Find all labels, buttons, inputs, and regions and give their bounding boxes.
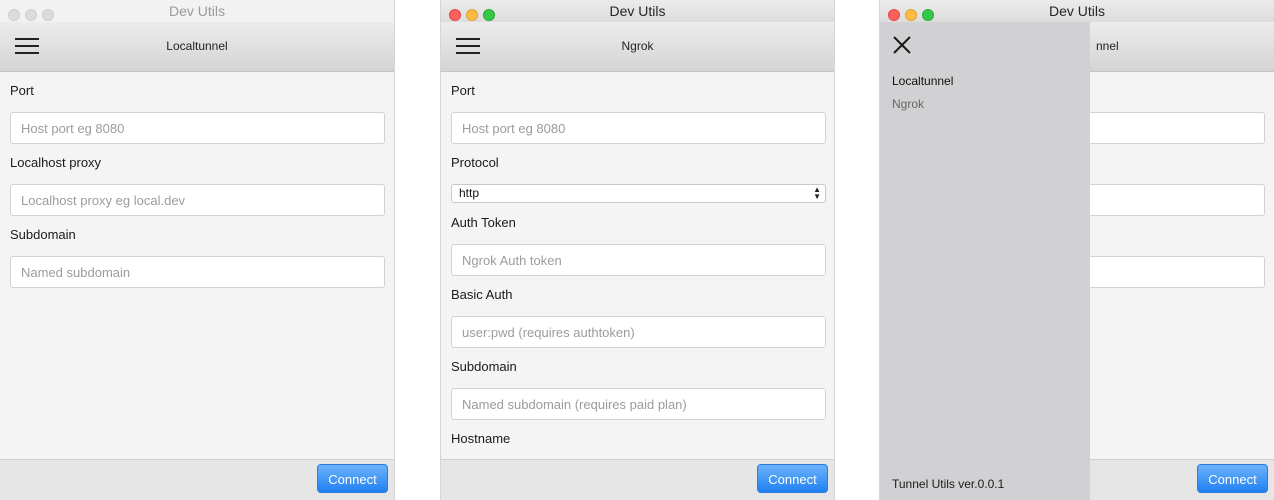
close-window-icon[interactable] (888, 9, 900, 21)
protocol-select[interactable]: http ▲ ▼ (451, 184, 826, 203)
window-titlebar[interactable]: Dev Utils (441, 0, 834, 22)
footer-bar: Connect (0, 459, 394, 500)
page-title-partial: nnel (1096, 39, 1119, 53)
window-ngrok: Dev Utils Ngrok Port Protocol http ▲▼ Au… (440, 0, 835, 500)
navigation-drawer: Localtunnel Ngrok Tunnel Utils ver.0.0.1 (880, 22, 1090, 500)
zoom-window-icon[interactable] (42, 9, 54, 21)
drawer-item-localtunnel[interactable]: Localtunnel (892, 74, 953, 88)
window-title: Dev Utils (609, 3, 666, 19)
traffic-lights (8, 5, 59, 21)
window-titlebar[interactable]: Dev Utils (0, 0, 394, 22)
minimize-window-icon[interactable] (905, 9, 917, 21)
port-input[interactable] (10, 112, 385, 144)
window-titlebar[interactable]: Dev Utils (880, 0, 1274, 22)
traffic-lights (449, 5, 500, 21)
basic-auth-label: Basic Auth (451, 287, 513, 302)
basic-auth-input[interactable] (451, 316, 826, 348)
traffic-lights (888, 5, 939, 21)
app-header: Ngrok (441, 22, 834, 72)
window-drawer-open: Dev Utils nnel Connect Localtunnel Ngrok… (879, 0, 1274, 500)
zoom-window-icon[interactable] (483, 9, 495, 21)
localhost-proxy-input[interactable] (10, 184, 385, 216)
connect-button[interactable]: Connect (1197, 464, 1268, 493)
close-window-icon[interactable] (8, 9, 20, 21)
auth-token-label: Auth Token (451, 215, 516, 230)
localhost-proxy-label: Localhost proxy (10, 155, 102, 170)
connect-button[interactable]: Connect (317, 464, 388, 493)
auth-token-input[interactable] (451, 244, 826, 276)
protocol-selected-value: http (459, 186, 480, 200)
hostname-label: Hostname (451, 431, 511, 446)
subdomain-label: Subdomain (451, 359, 517, 374)
app-header: Localtunnel (0, 22, 394, 72)
minimize-window-icon[interactable] (25, 9, 37, 21)
port-input[interactable] (451, 112, 826, 144)
stage: Dev Utils Localtunnel Port Localhost pro… (0, 0, 1274, 500)
protocol-label: Protocol (451, 155, 499, 170)
minimize-window-icon[interactable] (466, 9, 478, 21)
version-label: Tunnel Utils ver.0.0.1 (892, 477, 1005, 491)
close-icon[interactable] (892, 35, 912, 55)
subdomain-input[interactable] (10, 256, 385, 288)
select-arrows-icon: ▲ ▼ (813, 185, 821, 201)
close-window-icon[interactable] (449, 9, 461, 21)
page-title: Ngrok (621, 39, 654, 53)
window-title: Dev Utils (168, 3, 225, 19)
page-title: Localtunnel (166, 39, 228, 53)
port-label: Port (10, 83, 34, 98)
drawer-item-ngrok[interactable]: Ngrok (892, 97, 924, 111)
port-label: Port (451, 83, 475, 98)
subdomain-input[interactable] (451, 388, 826, 420)
window-title: Dev Utils (1048, 3, 1105, 19)
window-localtunnel: Dev Utils Localtunnel Port Localhost pro… (0, 0, 395, 500)
connect-button[interactable]: Connect (757, 464, 828, 493)
footer-bar: Connect (441, 459, 834, 500)
zoom-window-icon[interactable] (922, 9, 934, 21)
subdomain-label: Subdomain (10, 227, 76, 242)
